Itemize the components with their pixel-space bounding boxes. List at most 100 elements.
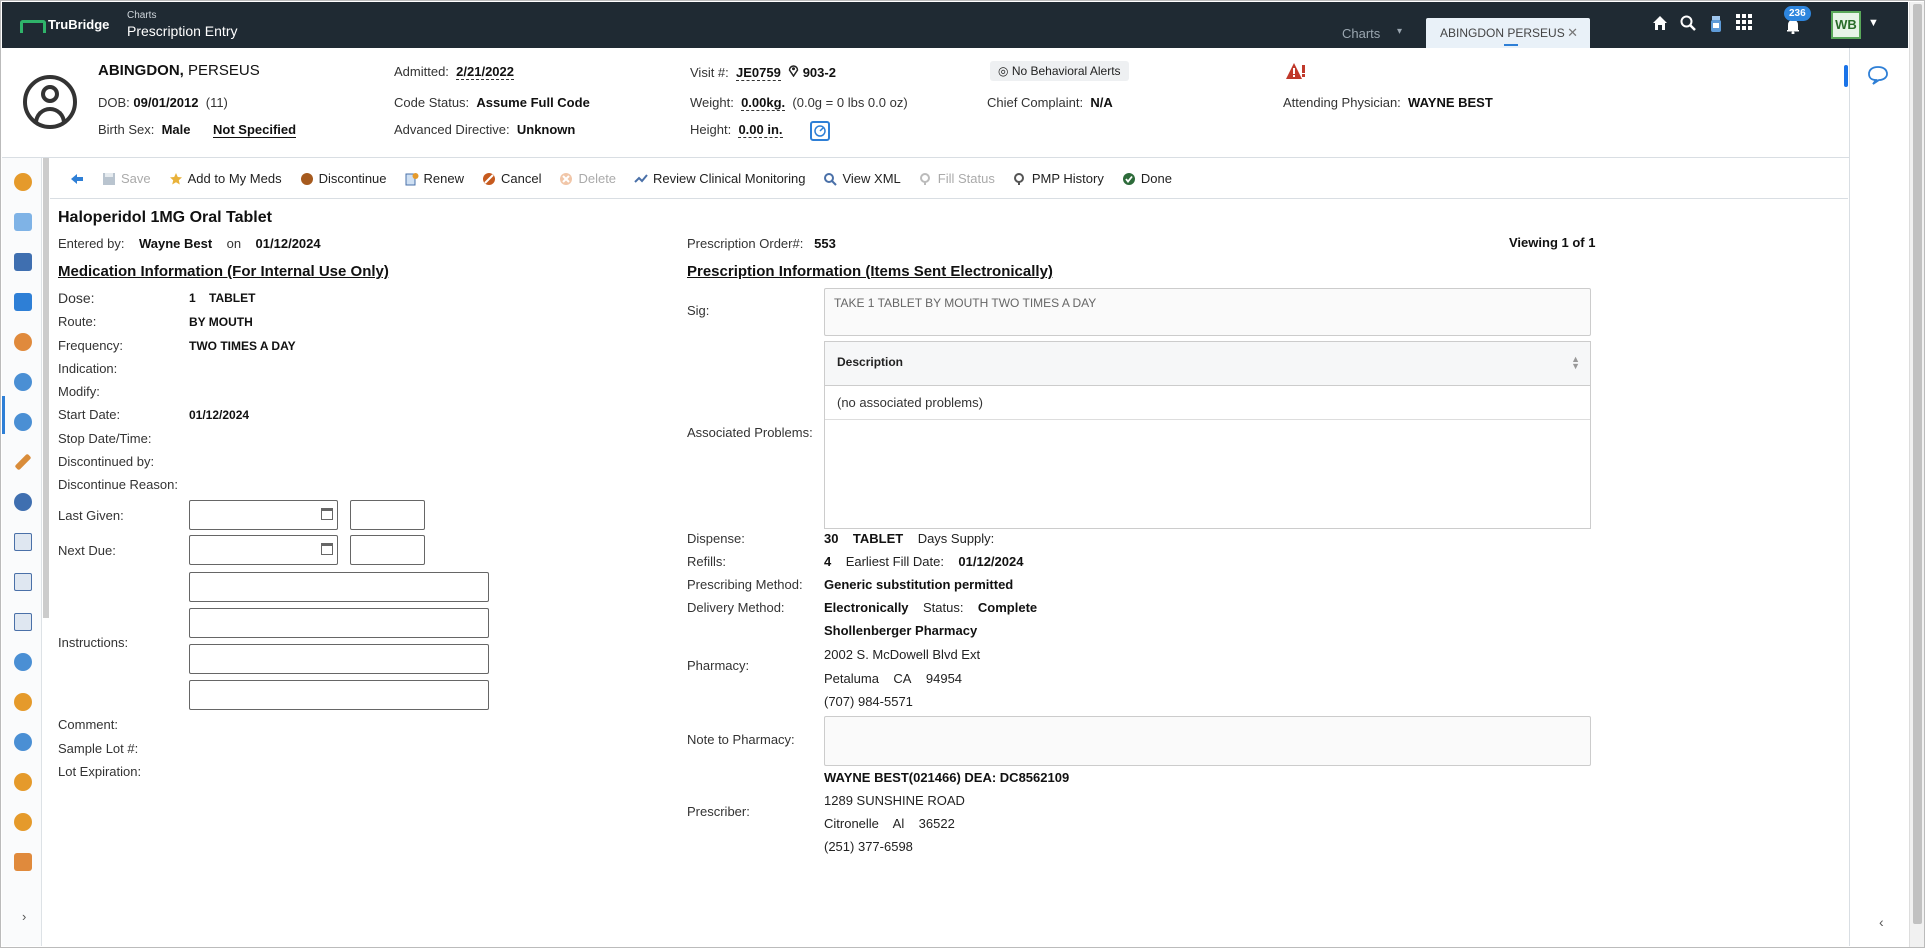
weight-field: Weight: 0.00kg. (0.0g = 0 lbs 0.0 oz) [690, 95, 908, 111]
right-panel-indicator [1844, 65, 1848, 87]
sort-icon[interactable]: ▲ ▼ [1571, 355, 1580, 371]
nav-calendar-icon[interactable] [14, 293, 32, 311]
renew-button[interactable]: Renew [405, 171, 464, 186]
note-to-pharmacy-input[interactable] [824, 716, 1591, 766]
calendar-icon[interactable] [321, 508, 333, 520]
nav-prescriptions-icon[interactable] [14, 413, 32, 431]
instructions-input-4[interactable] [189, 680, 489, 710]
user-menu-caret-icon[interactable]: ▼ [1868, 17, 1879, 29]
last-given-date-input[interactable] [189, 500, 338, 530]
instructions-input-1[interactable] [189, 572, 489, 602]
home-icon[interactable] [1649, 14, 1671, 36]
search-icon[interactable] [1677, 14, 1699, 36]
view-xml-label: View XML [842, 171, 901, 186]
nav-alert-icon[interactable] [14, 173, 32, 191]
done-button[interactable]: Done [1122, 171, 1172, 186]
pmp-history-label: PMP History [1031, 171, 1104, 186]
weight-value[interactable]: 0.00kg. [741, 95, 786, 111]
next-due-label: Next Due: [58, 543, 116, 558]
cancel-button[interactable]: Cancel [482, 171, 541, 186]
dispense-value: 30 TABLET Days Supply: [824, 531, 994, 546]
fill-status-button[interactable]: Fill Status [919, 171, 995, 186]
tab-patient[interactable]: ABINGDON PERSEUS ✕ [1426, 18, 1590, 49]
allergy-alert-icon[interactable] [1285, 62, 1307, 84]
route-label: Route: [58, 314, 97, 329]
next-due-date-input[interactable] [189, 535, 338, 565]
dob-value: 09/01/2012 [133, 95, 199, 110]
nav-folder-icon[interactable] [14, 853, 32, 871]
chevron-down-icon[interactable]: ▾ [1397, 26, 1402, 37]
description-header-label: Description [837, 355, 904, 369]
description-column-header[interactable]: Description ▲ ▼ [825, 342, 1590, 386]
nav-checklist-icon[interactable] [14, 253, 32, 271]
nav-notes-icon[interactable] [14, 613, 32, 631]
nav-scrollbar[interactable] [43, 158, 49, 618]
discontinue-button[interactable]: Discontinue [300, 171, 387, 186]
admitted-value[interactable]: 2/21/2022 [456, 64, 514, 80]
apps-grid-icon[interactable] [1733, 14, 1755, 36]
nav-care-icon[interactable] [14, 813, 32, 831]
breadcrumb[interactable]: Charts [127, 10, 237, 22]
chat-icon[interactable] [1867, 65, 1889, 85]
user-avatar[interactable]: WB [1831, 11, 1861, 39]
pill-bottle-icon[interactable] [1705, 14, 1727, 36]
sig-field[interactable]: TAKE 1 TABLET BY MOUTH TWO TIMES A DAY [824, 288, 1591, 336]
nav-provider-icon[interactable] [14, 493, 32, 511]
location-pin-icon [788, 65, 803, 80]
collapse-right-panel-icon[interactable]: ‹ [1879, 914, 1884, 930]
nav-attachment-icon[interactable] [14, 653, 32, 671]
delete-button[interactable]: Delete [559, 171, 616, 186]
nav-team-icon[interactable] [14, 693, 32, 711]
dose-label: Dose: [58, 290, 95, 306]
add-to-my-meds-button[interactable]: Add to My Meds [169, 171, 282, 186]
nav-injection-icon[interactable] [14, 453, 32, 471]
notification-badge[interactable]: 236 [1784, 6, 1811, 21]
visit-value[interactable]: JE0759 [736, 65, 781, 81]
tab-charts-label: Charts [1342, 26, 1381, 41]
nav-vitals-icon[interactable] [14, 733, 32, 751]
nav-lab-icon[interactable] [14, 213, 32, 231]
nav-report-icon[interactable] [14, 573, 32, 591]
advanced-directive-value: Unknown [516, 122, 576, 137]
behavioral-alerts-badge[interactable]: ◎ No Behavioral Alerts [990, 61, 1129, 81]
monitoring-icon [634, 173, 648, 183]
last-given-time-input[interactable] [350, 500, 425, 530]
nav-orders-icon[interactable] [14, 333, 32, 351]
prescriber-city: Citronelle [824, 816, 879, 831]
close-icon[interactable]: ✕ [1567, 25, 1578, 41]
nav-meds-icon[interactable] [14, 373, 32, 391]
gender-identity[interactable]: Not Specified [213, 122, 297, 138]
age-value: (11) [205, 95, 228, 110]
review-clinical-monitoring-button[interactable]: Review Clinical Monitoring [634, 171, 805, 186]
view-xml-button[interactable]: View XML [823, 171, 901, 186]
measurement-icon[interactable] [810, 121, 830, 141]
table-row: (no associated problems) [825, 386, 1590, 420]
next-due-time-input[interactable] [350, 535, 425, 565]
drug-title: Haloperidol 1MG Oral Tablet [58, 209, 272, 226]
instructions-input-2[interactable] [189, 608, 489, 638]
weight-label: Weight: [690, 95, 734, 110]
nav-document-icon[interactable] [14, 533, 32, 551]
height-value[interactable]: 0.00 in. [738, 122, 783, 138]
birth-sex-label: Birth Sex: [98, 122, 155, 137]
prescription-info-heading: Prescription Information (Items Sent Ele… [687, 263, 1053, 280]
tab-charts[interactable]: Charts ▾ [1342, 16, 1402, 42]
check-icon [1122, 172, 1135, 185]
instructions-input-3[interactable] [189, 644, 489, 674]
calendar-icon[interactable] [321, 543, 333, 555]
gender-identity-value[interactable]: Not Specified [213, 122, 297, 138]
page-scrollbar[interactable] [1909, 2, 1924, 947]
add-to-my-meds-label: Add to My Meds [187, 171, 282, 186]
discontinue-icon [300, 172, 313, 185]
tab-active-indicator [1504, 44, 1518, 46]
nav-consult-icon[interactable] [14, 773, 32, 791]
renew-label: Renew [423, 171, 464, 186]
page-scrollbar-thumb[interactable] [1913, 4, 1922, 924]
logo[interactable]: TruBridge [20, 17, 109, 33]
attending-physician-field: Attending Physician: WAYNE BEST [1283, 95, 1493, 110]
save-button[interactable]: Save [102, 171, 151, 186]
pmp-history-button[interactable]: PMP History [1013, 171, 1104, 186]
expand-nav-icon[interactable]: › [22, 909, 26, 924]
bell-icon[interactable] [1782, 18, 1804, 40]
back-button[interactable] [70, 172, 84, 186]
